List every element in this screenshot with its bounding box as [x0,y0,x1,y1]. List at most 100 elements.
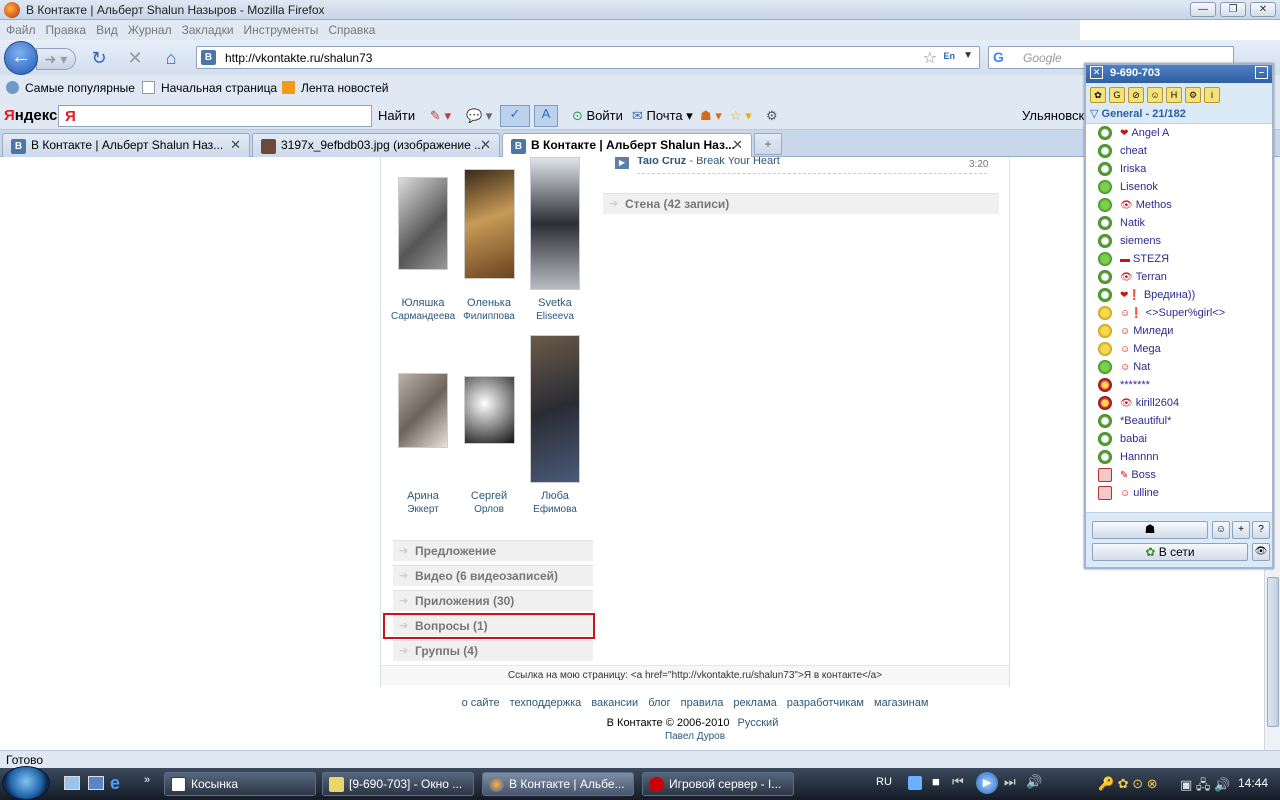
friend-name-3[interactable]: Svetka Eliseeva [523,297,587,323]
stop-media-icon[interactable]: ■ [932,774,940,789]
icq-minimize-icon[interactable]: – [1255,66,1268,79]
friend-photo[interactable] [464,169,515,279]
icq-contact[interactable]: ❤❗ Вредина)) [1086,286,1272,304]
tab-image[interactable]: 3197x_9efbdb03.jpg (изображение ... ✕ [252,133,500,157]
close-tab-icon[interactable]: ✕ [230,137,241,153]
bookmark-start-page[interactable]: Начальная страница [142,81,277,95]
icq-status-icon[interactable]: ✿ [1090,87,1106,103]
icq-contact[interactable]: cheat [1086,142,1272,160]
audio-title[interactable]: Taio Cruz - Break Your Heart [637,157,780,167]
friend-first[interactable]: Оленька [457,297,521,310]
spellcheck-icon[interactable]: ✓ [500,105,530,127]
section-wall[interactable]: Стена (42 записи) [603,193,999,214]
icq-help-icon[interactable]: ? [1252,521,1270,539]
footer-link-about[interactable]: о сайте [462,697,500,709]
minimize-button[interactable]: — [1190,2,1216,17]
maximize-button[interactable]: ❐ [1220,2,1246,17]
friend-last[interactable]: Филиппова [457,310,521,323]
icq-contact[interactable]: 👁 Terran [1086,268,1272,286]
yandex-find-button[interactable]: Найти [378,108,415,123]
footer-link-support[interactable]: техподдержка [510,697,582,709]
yandex-logo[interactable]: Яндекс [4,107,57,124]
forward-button[interactable]: ➜ ▾ [36,48,76,70]
friend-name-4[interactable]: Арина Эккерт [391,490,455,516]
friend-photo[interactable] [464,376,515,444]
bookmark-news-feed[interactable]: Лента новостей [282,81,389,95]
menu-history[interactable]: Журнал [128,20,172,40]
clock[interactable]: 14:44 [1238,776,1268,790]
icq-g-icon[interactable]: G [1109,87,1125,103]
play-media-icon[interactable]: ▶ [976,772,998,794]
icq-contact[interactable]: Hannnn [1086,448,1272,466]
pen-icon[interactable]: ✎ ▾ [430,108,451,124]
play-icon[interactable]: ▶ [615,157,629,169]
icq-contact[interactable]: Iriska [1086,160,1272,178]
friend-first[interactable]: Арина [391,490,455,503]
icq-info-icon[interactable]: i [1204,87,1220,103]
friend-last[interactable]: Ефимова [523,503,587,516]
menu-tools[interactable]: Инструменты [244,20,319,40]
yandex-mail[interactable]: ✉ Почта ▾ [632,108,693,124]
footer-link-blog[interactable]: блог [648,697,670,709]
menu-view[interactable]: Вид [96,20,118,40]
footer-link-jobs[interactable]: вакансии [591,697,638,709]
friend-name-6[interactable]: Люба Ефимова [523,490,587,516]
icq-h-icon[interactable]: H [1166,87,1182,103]
task-firefox[interactable]: В Контакте | Альбе... [482,772,634,796]
section-proposal[interactable]: Предложение [393,540,593,561]
url-dropdown-icon[interactable]: ▼ [963,50,973,61]
tab-vk-1[interactable]: B В Контакте | Альберт Shalun Наз... ✕ [2,133,250,157]
home-icon[interactable]: ⌂ [160,48,182,68]
new-tab-button[interactable]: + [754,133,782,155]
favorites-star-icon[interactable]: ☆ ▾ [730,108,752,124]
task-game-server[interactable]: Игровой сервер - I... [642,772,794,796]
section-groups[interactable]: Группы (4) [393,640,593,661]
icq-contact[interactable]: ☺ Миледи [1086,322,1272,340]
speech-bubble-icon[interactable]: 💬 ▾ [466,108,492,124]
friend-photo[interactable] [530,335,580,483]
icq-ignore-icon[interactable]: ⊘ [1128,87,1144,103]
icq-contact[interactable]: ☺ Nat [1086,358,1272,376]
google-icon[interactable]: G [993,49,1009,65]
reload-icon[interactable]: ↻ [88,48,110,68]
switch-windows-icon[interactable] [88,776,104,790]
icq-contact[interactable]: babai [1086,430,1272,448]
friend-name-2[interactable]: Оленька Филиппова [457,297,521,323]
footer-link-rules[interactable]: правила [681,697,724,709]
icq-contact[interactable]: ☺ Mega [1086,340,1272,358]
icq-status-button[interactable]: ✿ В сети [1092,543,1248,561]
icq-add-icon[interactable]: + [1232,521,1250,539]
tray-system-icons[interactable]: ▣ 🖧 🔊 [1180,776,1230,798]
start-button[interactable] [2,766,50,800]
icq-plugins-icon[interactable]: ⚙ [1185,87,1201,103]
prev-track-icon[interactable]: ⏮ [952,774,964,790]
task-icq[interactable]: [9-690-703] - Окно ... [322,772,474,796]
icq-main-menu-button[interactable]: ☗ [1092,521,1208,539]
friend-last[interactable]: Орлов [457,503,521,516]
close-tab-icon[interactable]: ✕ [480,137,491,153]
friend-first[interactable]: Сергей [457,490,521,503]
icq-contact[interactable]: ☺❗ <>Super%girl<> [1086,304,1272,322]
show-desktop-icon[interactable] [64,776,80,790]
url-text[interactable]: http://vkontakte.ru/shalun73 [225,51,372,65]
icq-contact[interactable]: Natik [1086,214,1272,232]
tray-icons[interactable]: 🔑 ✿ ⊙ ⊗ [1098,776,1158,792]
quicklaunch-more-icon[interactable]: » [144,774,150,786]
icq-contact[interactable]: 👁 kirill2604 [1086,394,1272,412]
icq-contact[interactable]: 👁 Methos [1086,196,1272,214]
icq-contact[interactable]: Lisenok [1086,178,1272,196]
icq-contact[interactable]: ✎ Boss [1086,466,1272,484]
bookmark-most-visited[interactable]: Самые популярные [6,81,135,95]
task-solitaire[interactable]: Косынка [164,772,316,796]
gifts-icon[interactable]: ☗ ▾ [700,108,722,124]
tab-vk-active[interactable]: B В Контакте | Альберт Shalun Наз... ✕ [502,133,752,158]
friend-last[interactable]: Сармандеева [391,310,455,323]
bookmark-star-icon[interactable]: ☆ [923,48,937,68]
menu-bookmarks[interactable]: Закладки [182,20,234,40]
section-applications[interactable]: Приложения (30) [393,590,593,611]
translate-icon[interactable]: A [534,105,558,127]
friend-photo[interactable] [530,157,580,290]
back-button[interactable]: ← [4,41,38,75]
yandex-login[interactable]: ⊙ Войти [572,108,623,124]
friend-photo[interactable] [398,177,448,270]
